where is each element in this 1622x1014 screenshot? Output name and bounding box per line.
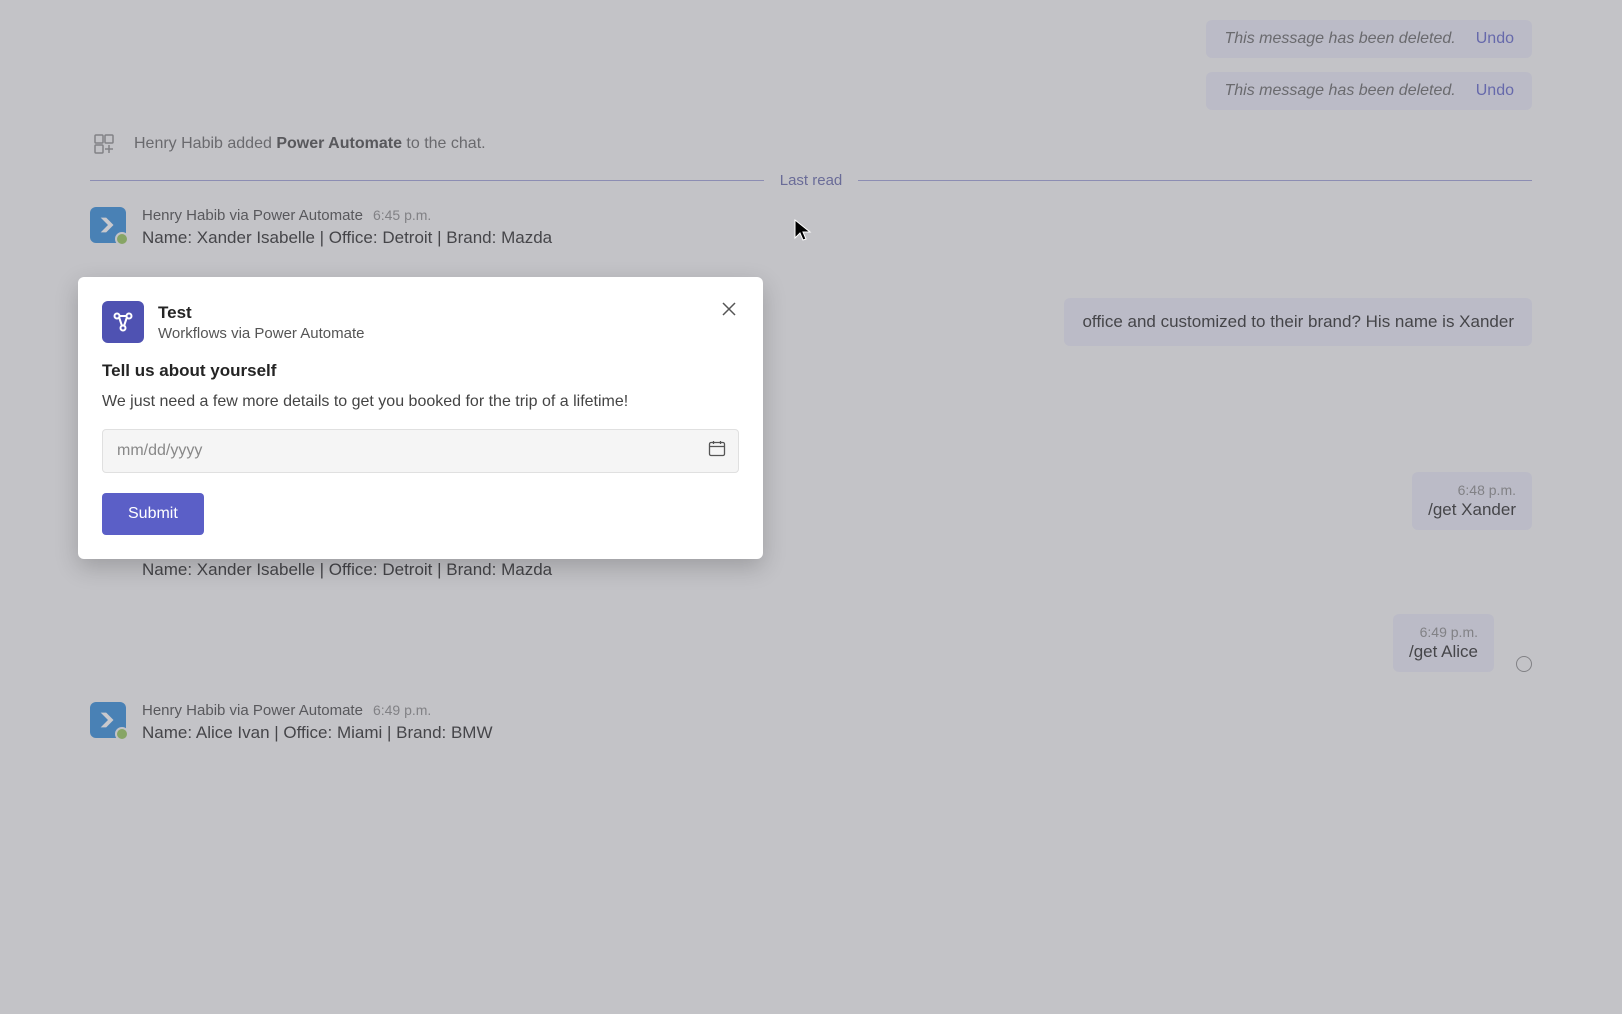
- modal-subtitle: Workflows via Power Automate: [158, 325, 364, 342]
- workflow-icon: [102, 301, 144, 343]
- date-field-wrapper: [102, 429, 739, 473]
- calendar-icon[interactable]: [707, 439, 727, 464]
- card-heading: Tell us about yourself: [102, 361, 739, 381]
- close-icon: [721, 301, 737, 317]
- card-description: We just need a few more details to get y…: [102, 393, 739, 411]
- date-input[interactable]: [102, 429, 739, 473]
- modal-header: Test Workflows via Power Automate: [102, 301, 739, 343]
- close-button[interactable]: [715, 295, 743, 323]
- submit-button[interactable]: Submit: [102, 493, 204, 535]
- adaptive-card-modal: Test Workflows via Power Automate Tell u…: [78, 277, 763, 559]
- modal-title: Test: [158, 303, 364, 323]
